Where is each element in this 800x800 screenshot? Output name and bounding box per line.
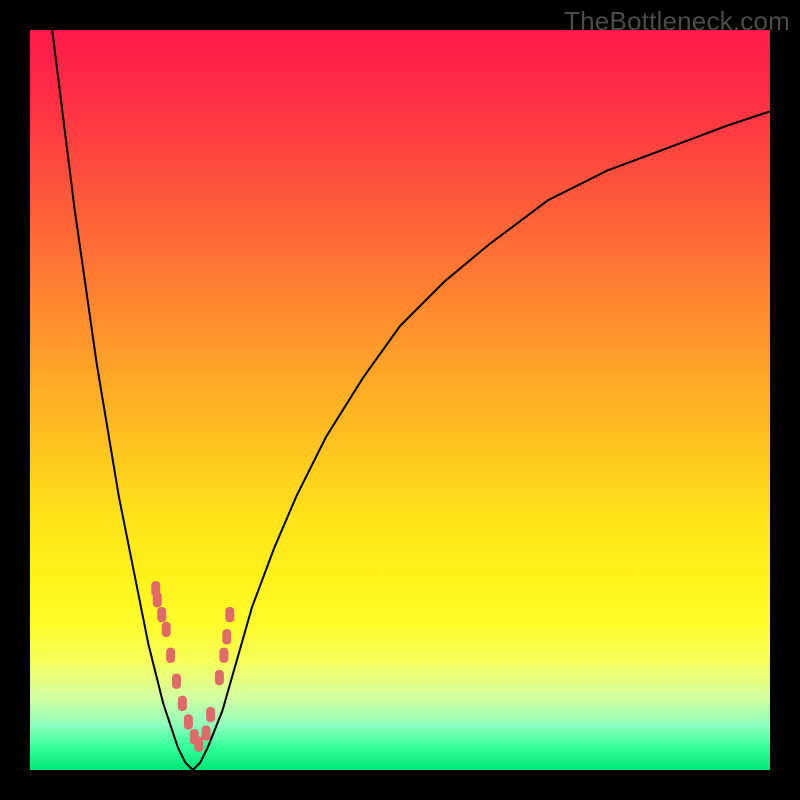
bottleneck-curve <box>52 30 770 770</box>
marker-point <box>219 648 228 663</box>
marker-point <box>194 737 203 752</box>
marker-point <box>157 607 166 622</box>
chart-frame: TheBottleneck.com <box>0 0 800 800</box>
marker-point <box>225 607 234 622</box>
marker-point <box>222 629 231 644</box>
plot-area <box>30 30 770 770</box>
marker-group <box>151 581 234 752</box>
marker-point <box>172 674 181 689</box>
curve-svg <box>30 30 770 770</box>
marker-point <box>202 725 211 740</box>
marker-point <box>153 592 162 607</box>
marker-point <box>166 648 175 663</box>
marker-point <box>178 696 187 711</box>
marker-point <box>162 622 171 637</box>
marker-point <box>215 670 224 685</box>
marker-point <box>206 707 215 722</box>
marker-point <box>184 714 193 729</box>
